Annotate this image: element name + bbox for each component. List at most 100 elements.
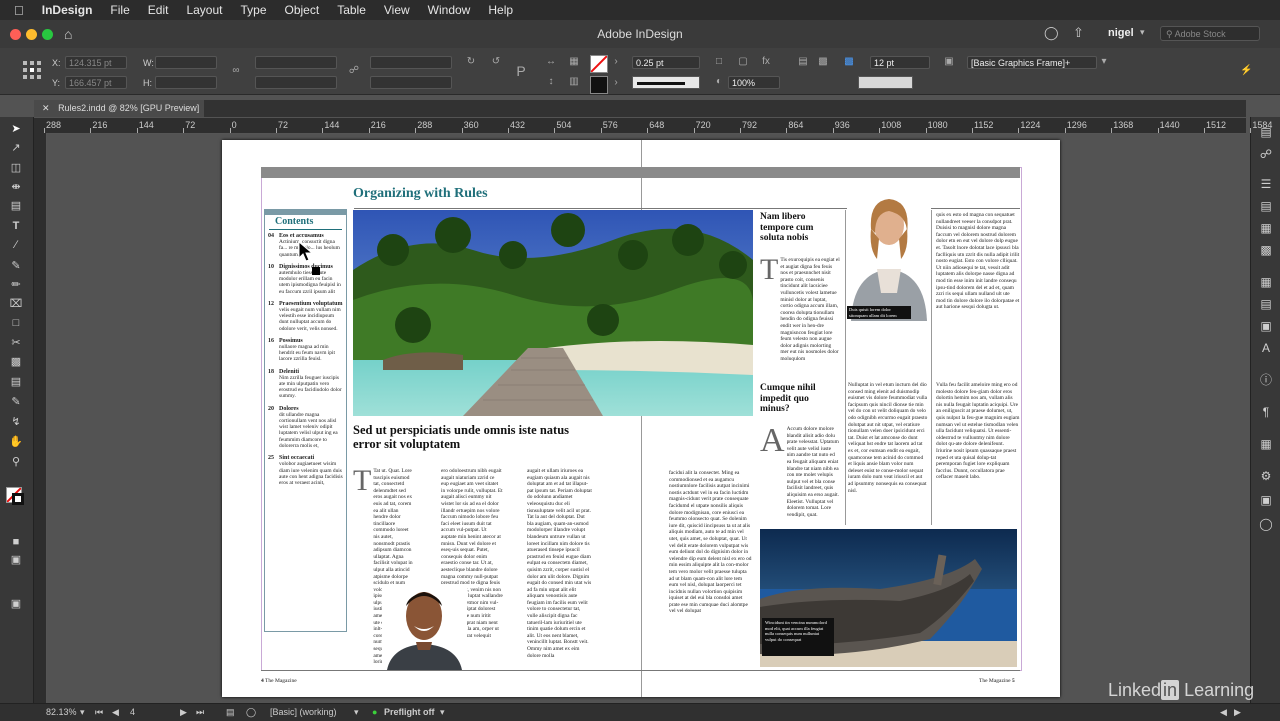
rotate-ccw-icon[interactable]: ↺ xyxy=(490,56,502,68)
column-9[interactable]: Vulla feu facilit ameloire ming ero od m… xyxy=(936,382,1020,525)
rotation-field[interactable] xyxy=(370,56,452,69)
fill-menu-chevron-icon[interactable]: › xyxy=(610,56,622,68)
menu-app-name[interactable]: InDesign xyxy=(42,3,93,17)
menu-view[interactable]: View xyxy=(384,3,410,17)
contents-entry[interactable]: 25 Sint occaecati volobor augiaetueet wisi… xyxy=(268,455,343,486)
apply-color-icon[interactable]: ■ xyxy=(9,535,23,549)
content-collector-icon[interactable]: ▤ xyxy=(9,199,23,213)
select-content-icon[interactable]: ▥ xyxy=(568,76,580,88)
preflight-status[interactable]: Preflight off xyxy=(384,704,435,721)
scroll-right-icon[interactable]: ▶ xyxy=(1234,704,1241,721)
contents-entry[interactable]: 10 Dignissimos ducimus autemhulo tiessulpu… xyxy=(268,264,343,295)
close-tab-icon[interactable]: ✕ xyxy=(42,103,50,113)
gap-field[interactable]: 12 pt xyxy=(870,56,930,69)
menu-layout[interactable]: Layout xyxy=(186,3,222,17)
menu-type[interactable]: Type xyxy=(240,3,266,17)
cc-libraries-icon[interactable]: ⚙ xyxy=(1259,469,1273,483)
adobe-stock-search[interactable]: ⚲ Adobe Stock xyxy=(1160,26,1260,41)
rectangle-tool-icon[interactable]: □ xyxy=(9,316,23,330)
pathfinder-panel-icon[interactable]: ▣ xyxy=(1259,319,1273,333)
text-wrap-bbox-icon[interactable]: ▩ xyxy=(817,56,829,68)
column-5[interactable]: T Tis exuroquipis ea eugiat el et augiat… xyxy=(760,255,840,367)
object-style-dropdown[interactable]: [Basic Graphics Frame]+ xyxy=(967,56,1097,69)
user-name[interactable]: nigel xyxy=(1108,27,1134,39)
menu-object[interactable]: Object xyxy=(285,3,320,17)
gap-tool-icon[interactable]: ⇼ xyxy=(9,180,23,194)
x-position-field[interactable]: 124.315 pt xyxy=(65,56,127,69)
menu-file[interactable]: File xyxy=(110,3,129,17)
reference-point-icon[interactable] xyxy=(22,60,42,80)
text-wrap-none-icon[interactable]: ▤ xyxy=(797,56,809,68)
effects-panel-icon[interactable]: ◯ xyxy=(1259,517,1273,531)
flip-vertical-icon[interactable]: ↕ xyxy=(545,76,557,88)
rotate-cw-icon[interactable]: ↻ xyxy=(465,56,477,68)
apply-none-icon[interactable]: ▣ xyxy=(9,553,23,567)
contents-entry[interactable]: 16 Possimus nullaore magna ad min hendrit … xyxy=(268,338,343,363)
contents-entry[interactable]: 12 Praesentium voluptatum velis eugait num… xyxy=(268,301,343,332)
beach-photo[interactable] xyxy=(353,210,753,416)
stroke-swatch[interactable] xyxy=(590,76,608,94)
zoom-tool-icon[interactable]: ⚲ xyxy=(9,455,23,469)
stroke-panel-icon[interactable]: ☰ xyxy=(1259,177,1273,191)
column-4[interactable]: facidui alit la consectet. Ming ea commo… xyxy=(669,470,752,669)
contents-entry[interactable]: 18 Deleniti Nim zzrilla feuguer iuscipis a… xyxy=(268,369,343,400)
menu-help[interactable]: Help xyxy=(488,3,513,17)
chevron-down-icon[interactable]: ▾ xyxy=(440,704,445,721)
column-7[interactable]: quis ex esto od magna con sequatuet null… xyxy=(936,212,1020,369)
stroke-menu-chevron-icon[interactable]: › xyxy=(610,77,622,89)
lightbulb-icon[interactable]: ◯ xyxy=(1044,25,1059,41)
woman-photo[interactable] xyxy=(847,193,931,321)
text-wrap-panel-icon[interactable]: ▦ xyxy=(1259,275,1273,289)
gradient-tool-icon[interactable]: ▤ xyxy=(9,375,23,389)
chevron-down-icon[interactable]: ▾ xyxy=(1098,56,1110,68)
zoom-level-field[interactable]: 82.13% xyxy=(46,704,77,721)
next-spread-icon[interactable]: ▶ xyxy=(180,704,187,721)
menu-window[interactable]: Window xyxy=(428,3,471,17)
tables-panel-icon[interactable]: ▦ xyxy=(1259,437,1273,451)
menu-table[interactable]: Table xyxy=(337,3,366,17)
line-tool-icon[interactable]: ∕ xyxy=(9,238,23,252)
chevron-down-icon[interactable]: ▾ xyxy=(1140,27,1145,38)
scissors-tool-icon[interactable]: ✂ xyxy=(9,336,23,350)
swatches-panel-icon[interactable]: ▦ xyxy=(1259,221,1273,235)
working-profile-field[interactable]: [Basic] (working) xyxy=(270,704,337,721)
sed-heading[interactable]: Sed ut perspiciatis unde omnis iste natu… xyxy=(353,423,583,451)
chevron-down-icon[interactable]: ▾ xyxy=(354,704,359,721)
first-spread-icon[interactable]: ⏮ xyxy=(95,704,103,721)
type-on-path-icon[interactable]: P xyxy=(515,64,527,78)
select-container-icon[interactable]: ▦ xyxy=(568,56,580,68)
document-spread[interactable]: Organizing with Rules Contents 04 Eos et … xyxy=(222,140,1060,697)
fill-swatch[interactable] xyxy=(590,55,608,73)
contents-entry[interactable]: 20 Dolores dit ullandre magna cortionullam… xyxy=(268,406,343,449)
align-panel-icon[interactable]: ▤ xyxy=(1259,297,1273,311)
last-spread-icon[interactable]: ⏭ xyxy=(196,704,204,721)
y-position-field[interactable]: 166.457 pt xyxy=(65,76,127,89)
eyedropper-tool-icon[interactable]: ↯ xyxy=(9,415,23,429)
woman-caption[interactable]: Duis quisit lorem dolor sitonquam ullam … xyxy=(847,306,911,319)
stroke-color-preview[interactable] xyxy=(858,76,913,89)
contents-sidebar[interactable]: Contents 04 Eos et accusamus Actinium, con… xyxy=(264,209,347,632)
flip-horizontal-icon[interactable]: ↔ xyxy=(545,56,557,68)
links-panel-icon[interactable]: ☍ xyxy=(1259,147,1273,161)
stroke-type-dropdown[interactable] xyxy=(632,76,700,89)
drop-shadow-icon[interactable]: ▢ xyxy=(737,56,749,68)
page-tool-icon[interactable]: ◫ xyxy=(9,161,23,175)
rectangle-frame-tool-icon[interactable]: ⌧ xyxy=(9,297,23,311)
scale-x-field[interactable] xyxy=(255,56,337,69)
boat-caption[interactable]: Wincidunt tin vencina nummolord mod elit… xyxy=(762,618,834,656)
gradient-panel-icon[interactable]: ▩ xyxy=(1259,243,1273,257)
scroll-left-icon[interactable]: ◀ xyxy=(1220,704,1227,721)
document-tab[interactable]: ✕ Rules2.indd @ 82% [GPU Preview] xyxy=(34,100,204,117)
apple-icon[interactable]:  xyxy=(14,3,24,18)
direct-selection-tool-icon[interactable]: ↗ xyxy=(9,141,23,155)
previous-spread-icon[interactable]: ◀ xyxy=(112,704,119,721)
height-field[interactable] xyxy=(155,76,217,89)
color-panel-icon[interactable]: ▤ xyxy=(1259,199,1273,213)
share-icon[interactable]: ⇧ xyxy=(1073,25,1084,41)
page-number-field[interactable]: 4 xyxy=(130,704,135,721)
open-page-icon[interactable]: ▤ xyxy=(226,704,235,721)
chevron-down-icon[interactable]: ▾ xyxy=(80,704,85,721)
note-tool-icon[interactable]: ✎ xyxy=(9,395,23,409)
opacity-field[interactable]: 100% xyxy=(728,76,780,89)
vertical-ruler[interactable] xyxy=(34,133,47,703)
